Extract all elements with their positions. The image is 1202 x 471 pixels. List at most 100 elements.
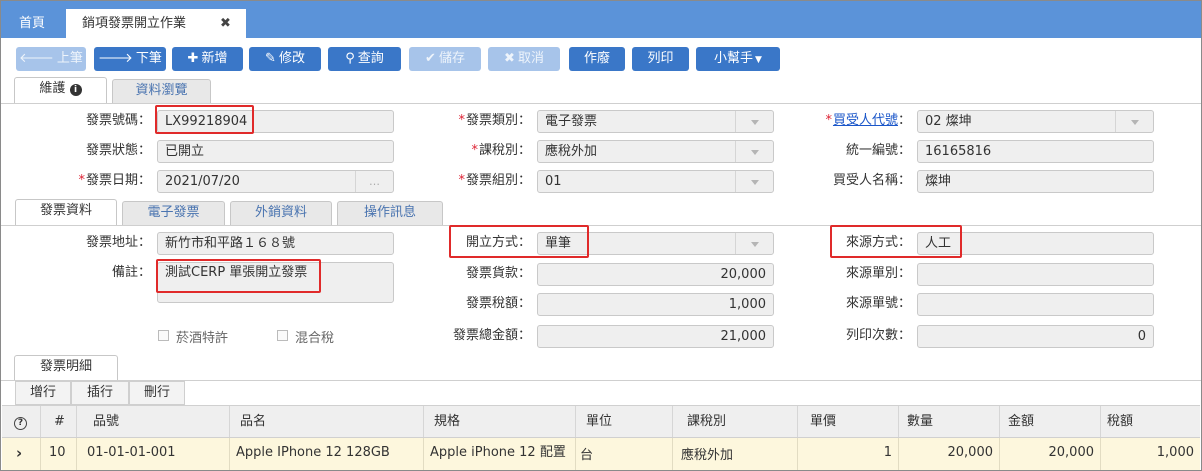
tobacco-label: 菸酒特許: [176, 331, 229, 346]
mixed-tax-label: 混合稅: [295, 331, 335, 346]
invoice-date-field[interactable]: 2021/07/20…: [157, 170, 394, 193]
tab-maintain[interactable]: 維護 i: [14, 77, 107, 103]
next-button[interactable]: 🡒 下筆: [94, 47, 166, 71]
app-window: 首頁 銷項發票開立作業 ✖ 🡐 上筆 🡒 下筆 ✚ 新增 ✎ 修改 ⚲ 查詢 ✔ 儲存 ✖ 取…: [0, 0, 1202, 471]
print-button[interactable]: 列印: [632, 47, 689, 71]
total-label: 發票總金額：: [452, 328, 531, 343]
amount-field[interactable]: 20,000: [537, 263, 774, 286]
cell-amount[interactable]: 20,000: [999, 438, 1100, 470]
mixed-tax-checkbox[interactable]: [277, 330, 288, 341]
close-icon[interactable]: ✖: [220, 9, 231, 38]
add-row-button[interactable]: 增行: [15, 381, 71, 405]
cell-tax-type[interactable]: 應稅外加: [672, 438, 797, 470]
cell-item-name[interactable]: Apple IPhone 12 128GB: [229, 438, 423, 470]
source-type-field[interactable]: [917, 263, 1154, 286]
highlight-box: [830, 225, 962, 258]
tab-invoice-info[interactable]: 發票資料: [15, 199, 117, 225]
col-no[interactable]: #: [40, 406, 76, 437]
col-unit[interactable]: 單位: [575, 406, 672, 437]
edit-button[interactable]: ✎ 修改: [249, 47, 321, 71]
buyer-code-select[interactable]: 02 燦坤: [917, 110, 1154, 133]
highlight-box: [449, 225, 589, 258]
add-button[interactable]: ✚ 新增: [172, 47, 243, 71]
chevron-down-icon[interactable]: [1115, 111, 1153, 132]
cell-price[interactable]: 1: [797, 438, 898, 470]
buyer-code-label: *買受人代號：: [825, 113, 911, 128]
tax-type-select[interactable]: 應稅外加: [537, 140, 774, 163]
cancel-button[interactable]: ✖ 取消: [488, 47, 560, 71]
date-picker-icon[interactable]: …: [355, 171, 393, 192]
invoice-status-field[interactable]: 已開立: [157, 140, 394, 163]
col-spec[interactable]: 規格: [423, 406, 575, 437]
divider: [1, 225, 1201, 226]
tab-invoice-detail[interactable]: 發票明細: [14, 355, 118, 381]
chevron-down-icon[interactable]: [735, 111, 773, 132]
chevron-right-icon: ›: [16, 444, 23, 462]
cell-qty[interactable]: 20,000: [898, 438, 999, 470]
print-count-label: 列印次數：: [845, 328, 911, 343]
cell-tax[interactable]: 1,000: [1100, 438, 1200, 470]
tab-einvoice[interactable]: 電子發票: [122, 201, 225, 225]
tax-field[interactable]: 1,000: [537, 293, 774, 316]
cell-no[interactable]: 10: [40, 438, 76, 470]
invoice-status-label: 發票狀態：: [85, 143, 151, 158]
tab-export[interactable]: 外銷資料: [230, 201, 332, 225]
caret-down-icon: ▼: [755, 55, 762, 65]
amount-label: 發票貨款：: [465, 266, 531, 281]
tab-home[interactable]: 首頁: [19, 9, 45, 38]
invoice-category-select[interactable]: 電子發票: [537, 110, 774, 133]
tax-id-label: 統一編號：: [845, 143, 911, 158]
tab-oplog[interactable]: 操作訊息: [337, 201, 443, 225]
grid-header: ? # 品號 品名 規格 單位 課稅別 單價 數量 金額 稅額: [2, 405, 1200, 438]
cell-spec[interactable]: Apple iPhone 12 配置: [423, 438, 575, 470]
tab-browse[interactable]: 資料瀏覽: [112, 79, 211, 103]
note-label: 備註：: [111, 265, 151, 280]
source-no-field[interactable]: [917, 293, 1154, 316]
insert-row-button[interactable]: 插行: [71, 381, 129, 405]
buyer-code-link[interactable]: 買受人代號: [833, 113, 898, 128]
tax-type-label: *課稅別：: [471, 143, 531, 158]
x-icon: ✖: [504, 51, 515, 66]
table-row[interactable]: › 10 01-01-01-001 Apple IPhone 12 128GB …: [2, 438, 1200, 470]
tax-label: 發票稅額：: [465, 296, 531, 311]
buyer-name-field[interactable]: 燦坤: [917, 170, 1154, 193]
cell-item-no[interactable]: 01-01-01-001: [76, 438, 229, 470]
print-count-field[interactable]: 0: [917, 325, 1154, 348]
query-button[interactable]: ⚲ 查詢: [328, 47, 401, 71]
chevron-down-icon[interactable]: [735, 171, 773, 192]
prev-button[interactable]: 🡐 上筆: [16, 47, 86, 71]
top-tab-bar: 首頁 銷項發票開立作業 ✖: [1, 1, 1201, 38]
highlight-box: [156, 259, 321, 293]
source-type-label: 來源單別：: [845, 266, 911, 281]
invoice-group-select[interactable]: 01: [537, 170, 774, 193]
total-field[interactable]: 21,000: [537, 325, 774, 348]
void-button[interactable]: 作廢: [569, 47, 625, 71]
cell-unit[interactable]: 台: [575, 438, 672, 470]
buyer-name-label: 買受人名稱：: [832, 173, 911, 188]
tab-invoice-issue-label: 銷項發票開立作業: [82, 16, 187, 31]
col-item-no[interactable]: 品號: [76, 406, 229, 437]
invoice-no-label: 發票號碼：: [85, 113, 151, 128]
col-amount[interactable]: 金額: [999, 406, 1100, 437]
save-button[interactable]: ✔ 儲存: [409, 47, 481, 71]
col-qty[interactable]: 數量: [898, 406, 999, 437]
delete-row-button[interactable]: 刪行: [129, 381, 185, 405]
chevron-down-icon[interactable]: [735, 141, 773, 162]
info-icon: i: [69, 84, 82, 96]
col-price[interactable]: 單價: [797, 406, 898, 437]
col-tax-type[interactable]: 課稅別: [672, 406, 797, 437]
invoice-group-label: *發票組別：: [458, 173, 531, 188]
col-item-name[interactable]: 品名: [229, 406, 423, 437]
pencil-icon: ✎: [265, 51, 276, 66]
question-icon[interactable]: ?: [2, 406, 40, 437]
helper-button[interactable]: 小幫手 ▼: [696, 47, 780, 71]
chevron-down-icon[interactable]: [735, 233, 773, 254]
address-label: 發票地址：: [85, 235, 151, 250]
search-icon: ⚲: [345, 51, 355, 66]
tax-id-field[interactable]: 16165816: [917, 140, 1154, 163]
col-tax[interactable]: 稅額: [1100, 406, 1200, 437]
address-field[interactable]: 新竹市和平路１６８號: [157, 232, 394, 255]
check-icon: ✔: [425, 51, 436, 66]
tobacco-checkbox[interactable]: [158, 330, 169, 341]
tab-invoice-issue[interactable]: 銷項發票開立作業 ✖: [66, 9, 246, 38]
